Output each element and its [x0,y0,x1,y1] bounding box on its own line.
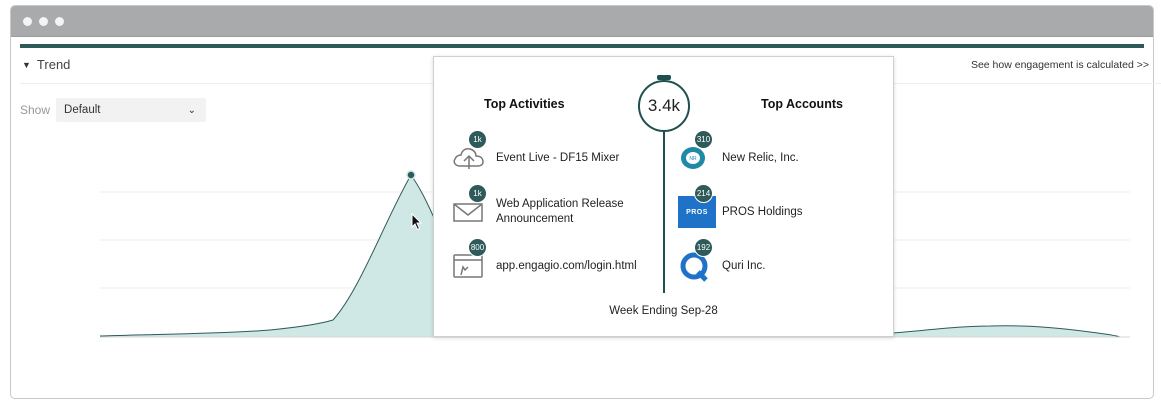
activity-label: Event Live - DF15 Mixer [496,151,620,164]
activity-item[interactable]: 800 app.engagio.com/login.html [452,238,637,282]
account-item[interactable]: PROS 214 PROS Holdings [678,184,803,228]
activity-count-badge: 1k [468,130,487,149]
hovered-data-point[interactable] [406,170,416,180]
account-label: Quri Inc. [722,259,766,272]
account-item[interactable]: NR 310 New Relic, Inc. [678,130,799,174]
mouse-cursor-icon [411,213,423,231]
trend-area [100,175,440,337]
account-item[interactable]: 192 Quri Inc. [678,238,766,282]
activity-label: Web Application Release Announcement [496,198,624,225]
activity-label: app.engagio.com/login.html [496,259,637,272]
total-engagement: 3.4k [638,80,690,132]
account-count-badge: 310 [694,130,713,149]
timeline-divider [663,117,665,293]
activity-item[interactable]: 1k Web Application Release Announcement [452,184,646,228]
week-ending-label: Week Ending Sep-28 [609,305,718,317]
activity-item[interactable]: 1k Event Live - DF15 Mixer [452,130,620,174]
engagement-tooltip: Top Activities Top Accounts 3.4k 1k Even… [433,56,894,337]
top-accounts-title: Top Accounts [761,97,843,111]
account-count-badge: 192 [694,238,713,257]
account-count-badge: 214 [694,184,713,203]
activity-count-badge: 800 [468,238,487,257]
account-label: New Relic, Inc. [722,151,799,164]
top-activities-title: Top Activities [484,97,565,111]
activity-count-badge: 1k [468,184,487,203]
account-label: PROS Holdings [722,205,803,218]
svg-text:NR: NR [689,156,697,162]
